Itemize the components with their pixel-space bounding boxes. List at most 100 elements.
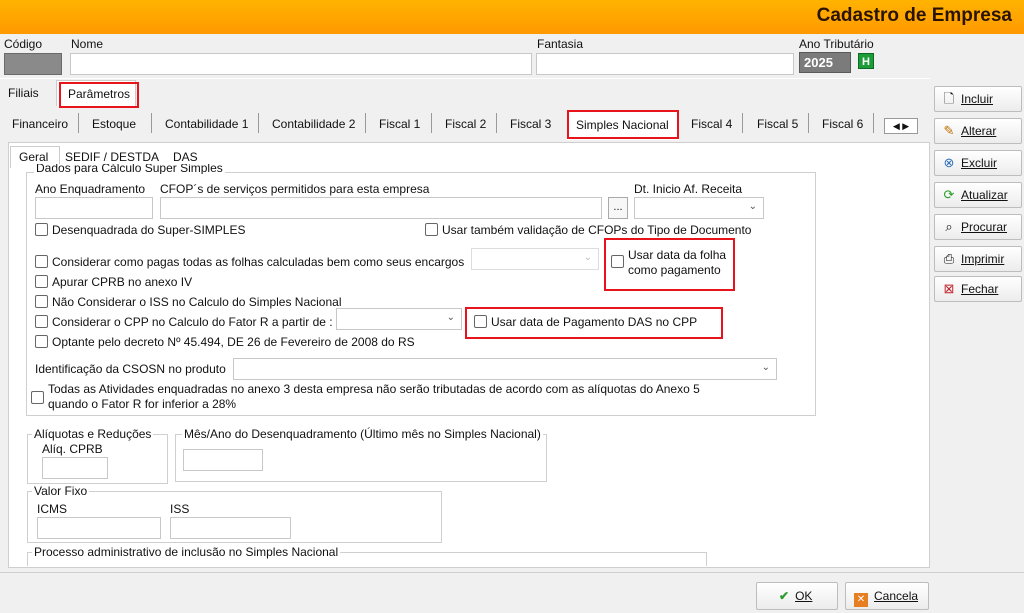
close-window-icon: ⊠ xyxy=(943,281,955,296)
usar-data-das-row[interactable]: Usar data de Pagamento DAS no CPP xyxy=(474,315,697,329)
procurar-button[interactable]: ⌕ Procurar xyxy=(934,214,1022,240)
pencil-icon: ✎ xyxy=(943,123,955,138)
usar-data-das-checkbox[interactable] xyxy=(474,315,487,328)
tab-estoque[interactable]: Estoque xyxy=(92,117,136,131)
ano-enquadramento-label: Ano Enquadramento xyxy=(35,182,146,196)
ano-enquadramento-field[interactable] xyxy=(35,197,153,219)
printer-icon: ⎙ xyxy=(943,251,955,266)
title-bar: Cadastro de Empresa xyxy=(0,0,1024,34)
usar-data-folha-label-1: Usar data da folha xyxy=(628,248,727,262)
usar-validacao-checkbox[interactable] xyxy=(425,223,438,236)
tab-financeiro[interactable]: Financeiro xyxy=(12,117,68,131)
arrow-right-icon[interactable]: ▶ xyxy=(902,121,909,131)
highlight-simples-nacional xyxy=(567,110,679,139)
codigo-field[interactable] xyxy=(4,53,62,75)
highlight-parametros xyxy=(59,82,139,108)
tab-filiais[interactable]: Filiais xyxy=(8,86,39,100)
fantasia-label: Fantasia xyxy=(537,37,584,51)
processo-title: Processo administrativo de inclusão no S… xyxy=(32,545,341,559)
excluir-button[interactable]: ⊗ Excluir xyxy=(934,150,1022,176)
tab-fiscal-2[interactable]: Fiscal 2 xyxy=(445,117,486,131)
nome-field[interactable] xyxy=(70,53,532,75)
cancela-button[interactable]: ✕ Cancela xyxy=(845,582,929,610)
icms-field[interactable] xyxy=(37,517,161,539)
considerar-pagas-select[interactable]: ⌄ xyxy=(471,248,599,270)
chevron-down-icon: ⌄ xyxy=(446,312,455,323)
identificacao-csosn-label: Identificação da CSOSN no produto xyxy=(35,362,226,376)
tab-fiscal-3[interactable]: Fiscal 3 xyxy=(510,117,551,131)
cancel-icon: ✕ xyxy=(854,593,868,607)
identificacao-csosn-select[interactable]: ⌄ xyxy=(233,358,777,380)
todas-atividades-label-2: quando o Fator R for inferior a 28% xyxy=(48,397,237,411)
imprimir-button[interactable]: ⎙ Imprimir xyxy=(934,246,1022,272)
cfop-field[interactable] xyxy=(160,197,602,219)
considerar-cpp-row[interactable]: Considerar o CPP no Calculo do Fator R a… xyxy=(35,315,333,329)
iss-field[interactable] xyxy=(170,517,291,539)
aliq-cprb-field[interactable] xyxy=(42,457,108,479)
h-button[interactable]: H xyxy=(858,53,874,69)
fantasia-field[interactable] xyxy=(536,53,794,75)
usar-data-folha-label-2: como pagamento xyxy=(628,263,721,277)
ok-button[interactable]: ✔ OK xyxy=(756,582,838,610)
tab-fiscal-4[interactable]: Fiscal 4 xyxy=(691,117,732,131)
optante-decreto-row[interactable]: Optante pelo decreto Nº 45.494, DE 26 de… xyxy=(35,335,415,349)
nao-considerar-iss-checkbox[interactable] xyxy=(35,295,48,308)
considerar-pagas-row[interactable]: Considerar como pagas todas as folhas ca… xyxy=(35,255,464,269)
apurar-cprb-label: Apurar CPRB no anexo IV xyxy=(52,275,193,289)
tab-fiscal-5[interactable]: Fiscal 5 xyxy=(757,117,798,131)
dt-inicio-select[interactable]: ⌄ xyxy=(634,197,764,219)
refresh-icon: ⟳ xyxy=(943,187,955,202)
atualizar-button[interactable]: ⟳ Atualizar xyxy=(934,182,1022,208)
codigo-label: Código xyxy=(4,37,43,51)
desenquadrada-label: Desenquadrada do Super-SIMPLES xyxy=(52,223,246,237)
window-title: Cadastro de Empresa xyxy=(816,5,1012,26)
cfop-browse-button[interactable]: ... xyxy=(608,197,628,219)
check-icon: ✔ xyxy=(779,589,790,603)
ano-tributario-label: Ano Tributário xyxy=(799,37,874,51)
nao-considerar-iss-label: Não Considerar o ISS no Calculo do Simpl… xyxy=(52,295,342,309)
apurar-cprb-checkbox[interactable] xyxy=(35,275,48,288)
tab-geral[interactable]: Geral xyxy=(19,150,48,164)
usar-data-folha-row[interactable]: Usar data da folha como pagamento xyxy=(611,248,726,278)
usar-data-folha-checkbox[interactable] xyxy=(611,255,624,268)
fechar-button[interactable]: ⊠ Fechar xyxy=(934,276,1022,302)
tab-contabilidade-1[interactable]: Contabilidade 1 xyxy=(165,117,248,131)
optante-decreto-label: Optante pelo decreto Nº 45.494, DE 26 de… xyxy=(52,335,415,349)
considerar-pagas-checkbox[interactable] xyxy=(35,255,48,268)
incluir-button[interactable]: 🗋 Incluir xyxy=(934,86,1022,112)
ano-tributario-field[interactable]: 2025 xyxy=(799,52,851,73)
nome-label: Nome xyxy=(71,37,104,51)
usar-validacao-row[interactable]: Usar também validação de CFOPs do Tipo d… xyxy=(425,223,751,237)
dt-inicio-label: Dt. Inicio Af. Receita xyxy=(634,182,743,196)
nao-considerar-iss-row[interactable]: Não Considerar o ISS no Calculo do Simpl… xyxy=(35,295,341,309)
group-dados-title: Dados para Cálculo Super Simples xyxy=(34,164,225,174)
alterar-button[interactable]: ✎ Alterar xyxy=(934,118,1022,144)
optante-decreto-checkbox[interactable] xyxy=(35,335,48,348)
delete-icon: ⊗ xyxy=(943,155,955,170)
usar-data-das-label: Usar data de Pagamento DAS no CPP xyxy=(491,315,698,329)
tab-contabilidade-2[interactable]: Contabilidade 2 xyxy=(272,117,355,131)
tab-fiscal-1[interactable]: Fiscal 1 xyxy=(379,117,420,131)
tab-scroll-arrows[interactable]: ◀ ▶ xyxy=(884,118,918,134)
valor-fixo-title: Valor Fixo xyxy=(32,484,90,498)
considerar-cpp-checkbox[interactable] xyxy=(35,315,48,328)
arrow-left-icon[interactable]: ◀ xyxy=(893,121,900,131)
cfop-label: CFOP´s de serviços permitidos para esta … xyxy=(160,182,430,196)
icms-label: ICMS xyxy=(37,502,67,516)
tab-das[interactable]: DAS xyxy=(173,150,198,164)
todas-atividades-checkbox[interactable] xyxy=(31,391,44,404)
chevron-down-icon: ⌄ xyxy=(583,252,592,263)
tab-sedif-destda[interactable]: SEDIF / DESTDA xyxy=(65,150,159,164)
desenquadrada-row[interactable]: Desenquadrada do Super-SIMPLES xyxy=(35,223,245,237)
apurar-cprb-row[interactable]: Apurar CPRB no anexo IV xyxy=(35,275,192,289)
desenquadrada-checkbox[interactable] xyxy=(35,223,48,236)
document-icon: 🗋 xyxy=(943,91,955,106)
aliquotas-title: Alíquotas e Reduções xyxy=(32,427,154,441)
binoculars-icon: ⌕ xyxy=(945,219,953,234)
desenquadramento-field[interactable] xyxy=(183,449,263,471)
tab-fiscal-6[interactable]: Fiscal 6 xyxy=(822,117,863,131)
todas-atividades-row[interactable]: Todas as Atividades enquadradas no anexo… xyxy=(31,382,700,412)
considerar-cpp-select[interactable]: ⌄ xyxy=(336,308,462,330)
chevron-down-icon: ⌄ xyxy=(748,201,757,212)
iss-label: ISS xyxy=(170,502,190,516)
